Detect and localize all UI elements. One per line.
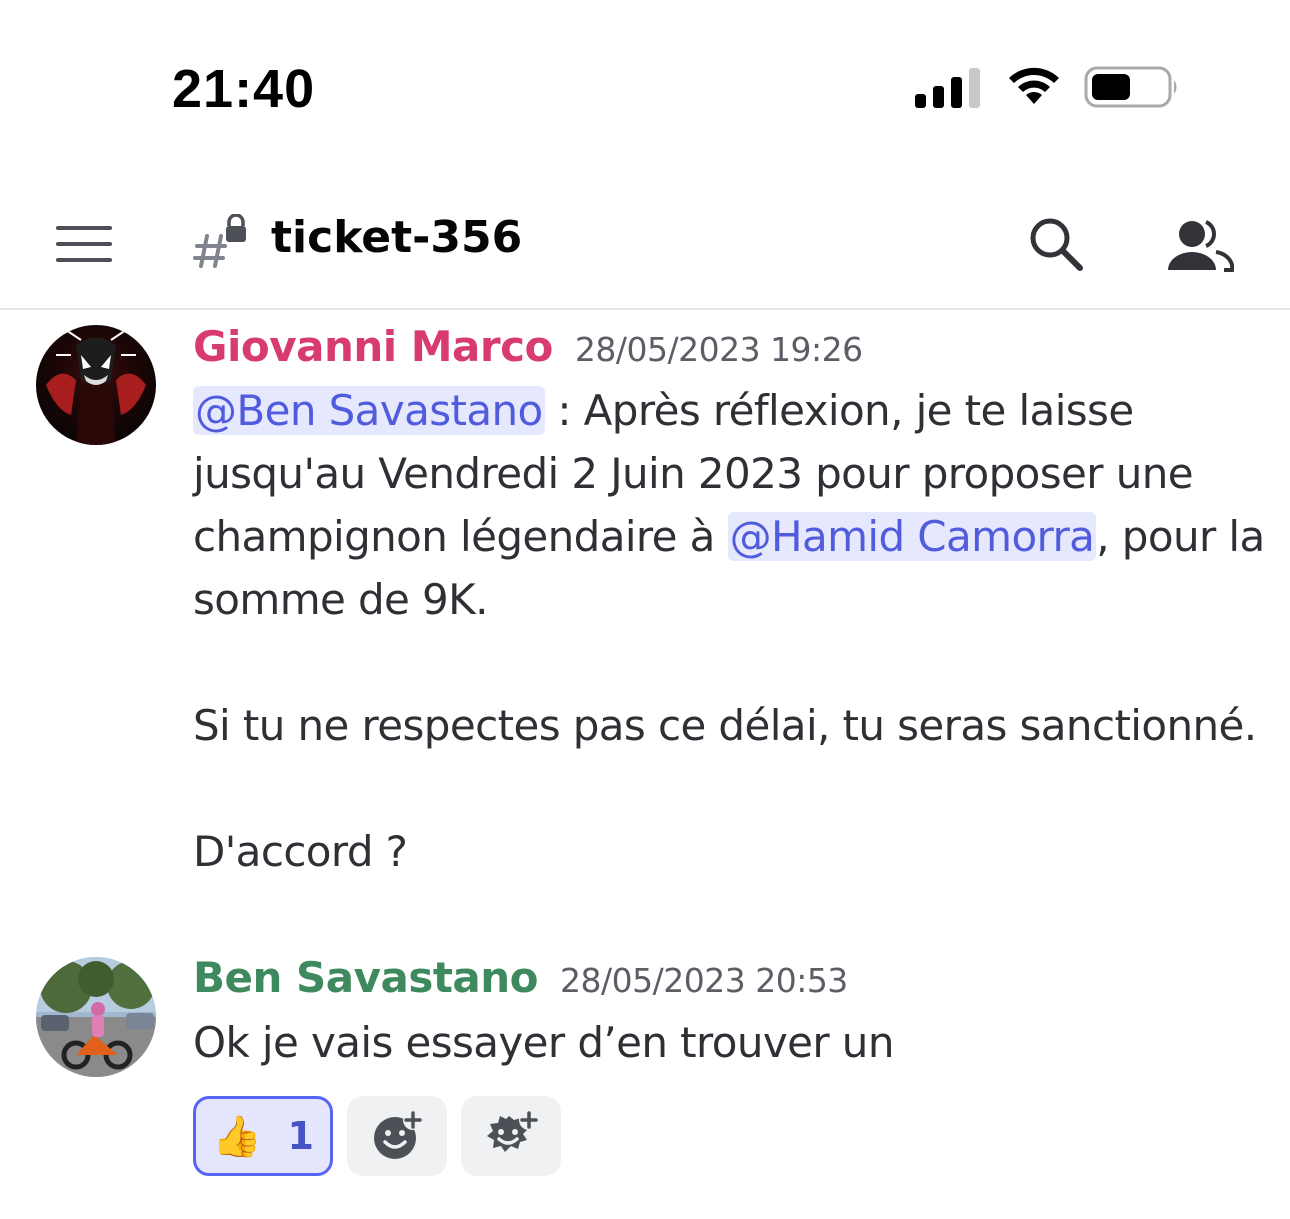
add-reaction-button[interactable] xyxy=(347,1096,447,1176)
search-icon[interactable] xyxy=(1026,216,1086,272)
channel-name: ticket-356 xyxy=(271,212,523,263)
wifi-icon xyxy=(1009,67,1059,104)
message-content: Ok je vais essayer d’en trouver un xyxy=(193,1011,1273,1074)
message-timestamp: 28/05/2023 20:53 xyxy=(560,961,848,1000)
message-text: Ok je vais essayer d’en trouver un xyxy=(193,1018,894,1067)
add-reaction-icon xyxy=(374,1110,423,1159)
cellular-signal-icon xyxy=(915,68,980,108)
members-icon[interactable] xyxy=(1166,218,1234,272)
channel-header: ticket-356 xyxy=(0,180,1290,308)
thumbs-up-emoji: 👍 xyxy=(212,1113,262,1160)
battery-icon xyxy=(1084,66,1177,108)
hamburger-menu-icon[interactable] xyxy=(56,224,112,264)
message-header: Giovanni Marco 28/05/2023 19:26 xyxy=(193,322,863,371)
message-timestamp: 28/05/2023 19:26 xyxy=(574,330,863,369)
reaction-count: 1 xyxy=(287,1114,314,1158)
header-divider xyxy=(0,308,1290,310)
user-mention[interactable]: @Hamid Camorra xyxy=(727,512,1097,561)
reactions-bar: 👍 1 xyxy=(193,1096,561,1180)
author-name[interactable]: Ben Savastano xyxy=(193,953,539,1002)
avatar[interactable] xyxy=(36,325,156,445)
reaction-thumbs-up[interactable]: 👍 1 xyxy=(193,1096,333,1176)
message-header: Ben Savastano 28/05/2023 20:53 xyxy=(193,953,848,1002)
message-content: @Ben Savastano : Après réflexion, je te … xyxy=(193,379,1273,883)
author-name[interactable]: Giovanni Marco xyxy=(193,322,553,371)
add-super-reaction-icon xyxy=(487,1110,539,1152)
message-paragraph: Si tu ne respectes pas ce délai, tu sera… xyxy=(193,701,1257,750)
locked-text-channel-icon xyxy=(193,214,246,268)
status-bar: 21:40 xyxy=(0,0,1290,170)
user-mention[interactable]: @Ben Savastano xyxy=(193,386,545,435)
message-paragraph: D'accord ? xyxy=(193,827,408,876)
add-super-reaction-button[interactable] xyxy=(461,1096,561,1176)
avatar[interactable] xyxy=(36,957,156,1077)
message-paragraph: @Ben Savastano : Après réflexion, je te … xyxy=(193,379,1273,631)
status-time: 21:40 xyxy=(172,59,316,119)
